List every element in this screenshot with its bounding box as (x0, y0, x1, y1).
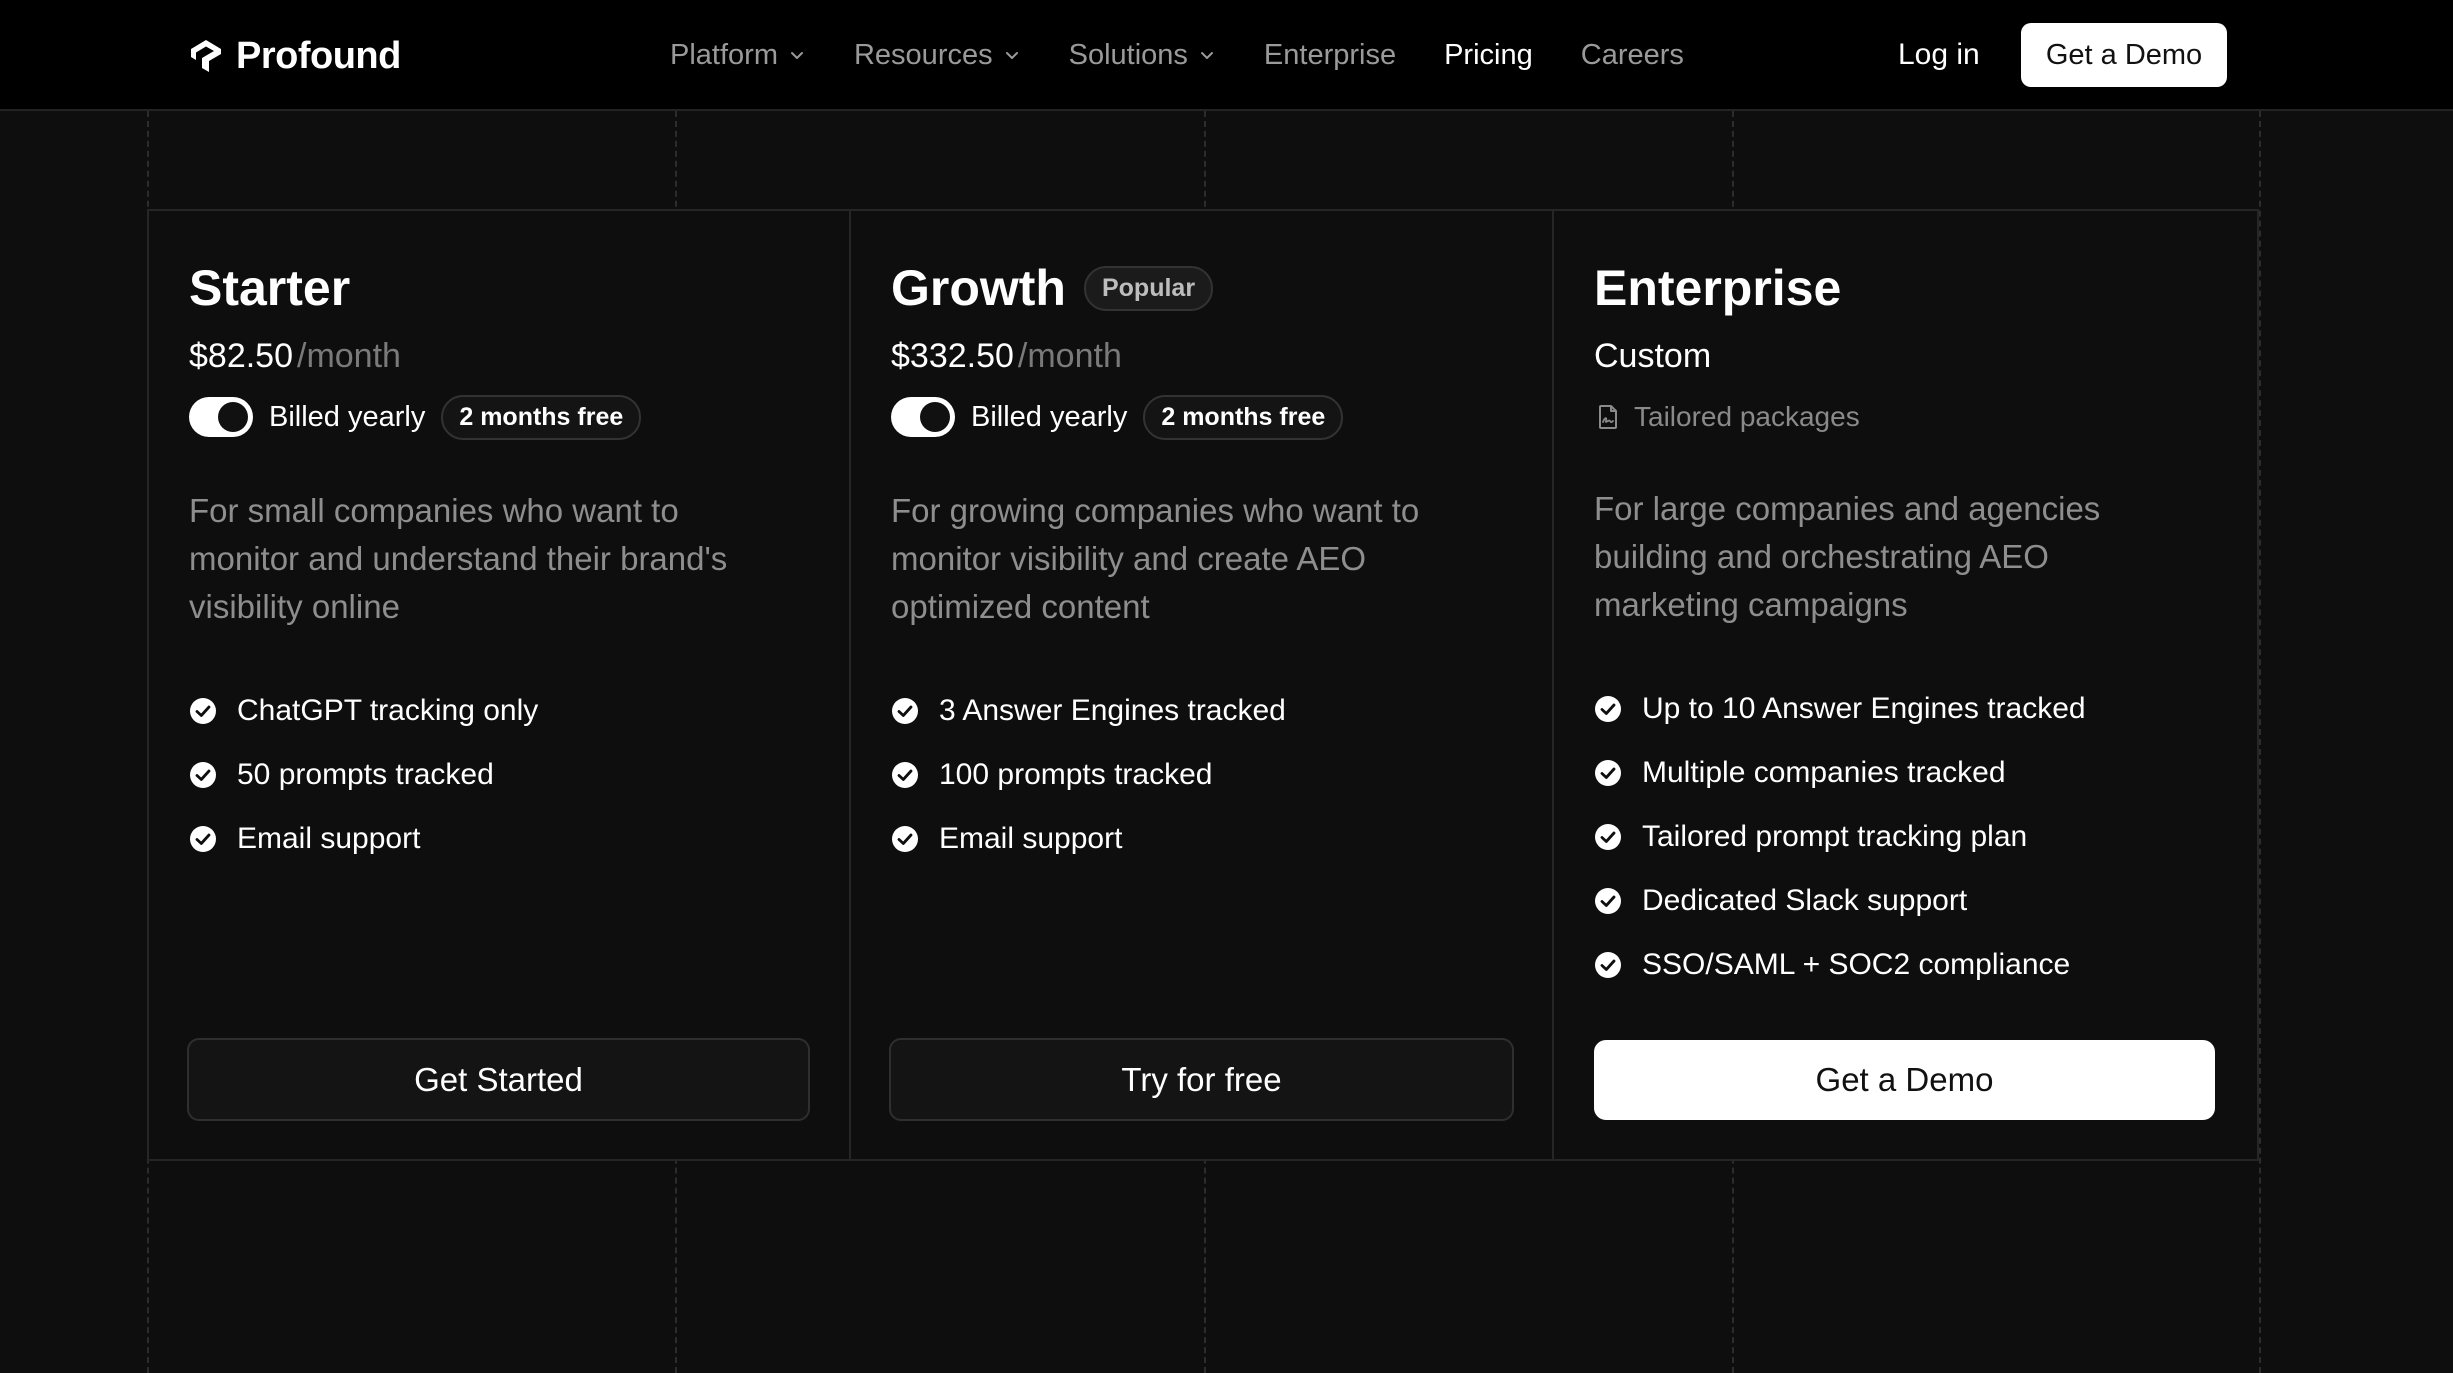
feature-item: SSO/SAML + SOC2 compliance (1594, 933, 2086, 997)
nav-item-pricing[interactable]: Pricing (1444, 39, 1533, 72)
feature-item: Email support (891, 807, 1286, 871)
nav-item-label: Pricing (1444, 38, 1533, 71)
feature-text: Multiple companies tracked (1642, 756, 2006, 789)
feature-item: 50 prompts tracked (189, 743, 538, 807)
brand-logo[interactable]: Profound (188, 31, 401, 81)
nav-get-demo-button[interactable]: Get a Demo (2021, 23, 2227, 87)
plan-name: Growth Popular (891, 259, 1214, 317)
nav-item-label: Platform (670, 38, 778, 71)
plan-card-starter: Starter $82.50/month Billed yearly 2 mon… (149, 211, 851, 1159)
feature-text: Dedicated Slack support (1642, 884, 1968, 917)
plan-description: For small companies who want to monitor … (189, 492, 728, 625)
check-circle-icon (1595, 696, 1621, 722)
check-circle-icon (1595, 888, 1621, 914)
chevron-down-icon (790, 52, 803, 59)
feature-list: ChatGPT tracking only 50 prompts tracked… (189, 679, 538, 871)
nav-item-solutions[interactable]: Solutions (1069, 39, 1216, 72)
free-months-badge: 2 months free (441, 394, 642, 440)
toggle-knob (920, 402, 950, 432)
login-link[interactable]: Log in (1898, 30, 1980, 80)
feature-item: ChatGPT tracking only (189, 679, 538, 743)
nav-item-label: Enterprise (1263, 38, 1397, 71)
billing-label: Billed yearly (971, 400, 1128, 433)
plan-name-text: Starter (189, 260, 351, 316)
nav-item-enterprise[interactable]: Enterprise (1264, 39, 1396, 72)
billing-label: Billed yearly (269, 400, 426, 433)
check-circle-icon (892, 762, 918, 788)
free-months-badge: 2 months free (1143, 394, 1344, 440)
pricing-table: Starter $82.50/month Billed yearly 2 mon… (147, 209, 2259, 1161)
nav-item-label: Resources (853, 38, 993, 71)
price-amount: $332.50 (891, 337, 1014, 375)
check-circle-icon (1595, 760, 1621, 786)
plan-name: Starter (189, 259, 350, 317)
chevron-down-icon (1005, 52, 1018, 59)
plan-name-text: Enterprise (1594, 260, 1842, 316)
plan-card-growth: Growth Popular $332.50/month Billed year… (851, 211, 1554, 1159)
get-started-button[interactable]: Get Started (187, 1038, 810, 1121)
nav-item-label: Careers (1580, 38, 1684, 71)
plan-card-enterprise: Enterprise Custom Tailored packages For … (1554, 211, 2257, 1159)
feature-item: 100 prompts tracked (891, 743, 1286, 807)
tailored-packages-note: Tailored packages (1594, 397, 1860, 437)
plan-name: Enterprise (1594, 259, 1841, 317)
check-circle-icon (190, 826, 216, 852)
billing-row: Billed yearly 2 months free (891, 394, 1344, 440)
popular-badge: Popular (1083, 265, 1214, 311)
plan-price: $82.50/month (189, 337, 401, 376)
feature-item: Tailored prompt tracking plan (1594, 805, 2086, 869)
feature-item: Dedicated Slack support (1594, 869, 2086, 933)
grid-guide-line (2259, 111, 2261, 1373)
nav-item-platform[interactable]: Platform (670, 39, 806, 72)
feature-text: 3 Answer Engines tracked (939, 694, 1286, 727)
feature-list: Up to 10 Answer Engines tracked Multiple… (1594, 677, 2086, 997)
check-circle-icon (892, 826, 918, 852)
feature-item: 3 Answer Engines tracked (891, 679, 1286, 743)
profound-logo-icon (191, 40, 221, 72)
document-signature-icon (1599, 405, 1617, 429)
feature-text: ChatGPT tracking only (237, 694, 539, 727)
plan-description: For large companies and agencies buildin… (1594, 490, 2101, 623)
billing-toggle[interactable] (189, 397, 253, 437)
plan-price-custom: Custom (1594, 337, 1712, 375)
feature-text: SSO/SAML + SOC2 compliance (1642, 948, 2071, 981)
get-a-demo-button[interactable]: Get a Demo (1594, 1040, 2215, 1120)
check-circle-icon (1595, 952, 1621, 978)
plan-description: For growing companies who want to monito… (891, 492, 1420, 625)
plan-name-text: Growth (891, 260, 1066, 316)
check-circle-icon (190, 698, 216, 724)
plan-price: $332.50/month (891, 337, 1122, 376)
feature-text: Tailored prompt tracking plan (1642, 820, 2028, 853)
main-menu: Platform Resources Solutions Enterprise … (670, 30, 1732, 80)
nav-item-resources[interactable]: Resources (854, 39, 1021, 72)
check-circle-icon (1595, 824, 1621, 850)
billing-row: Billed yearly 2 months free (189, 394, 642, 440)
feature-text: 50 prompts tracked (237, 758, 494, 791)
billing-toggle[interactable] (891, 397, 955, 437)
top-navigation: Profound Platform Resources Solutions En… (0, 0, 2453, 111)
feature-text: Email support (237, 822, 421, 855)
toggle-knob (218, 402, 248, 432)
price-amount: $82.50 (189, 337, 293, 375)
check-circle-icon (190, 762, 216, 788)
price-period: /month (297, 337, 401, 375)
feature-text: 100 prompts tracked (939, 758, 1213, 791)
nav-item-label: Solutions (1068, 38, 1188, 71)
chevron-down-icon (1200, 52, 1213, 59)
feature-text: Up to 10 Answer Engines tracked (1642, 692, 2086, 725)
feature-list: 3 Answer Engines tracked 100 prompts tra… (891, 679, 1286, 871)
try-for-free-button[interactable]: Try for free (889, 1038, 1514, 1121)
check-circle-icon (892, 698, 918, 724)
price-period: /month (1017, 337, 1122, 375)
feature-item: Up to 10 Answer Engines tracked (1594, 677, 2086, 741)
feature-item: Email support (189, 807, 538, 871)
nav-item-careers[interactable]: Careers (1581, 39, 1684, 72)
brand-name: Profound (236, 34, 401, 77)
feature-text: Email support (939, 822, 1123, 855)
feature-item: Multiple companies tracked (1594, 741, 2086, 805)
tailored-label: Tailored packages (1634, 401, 1860, 432)
